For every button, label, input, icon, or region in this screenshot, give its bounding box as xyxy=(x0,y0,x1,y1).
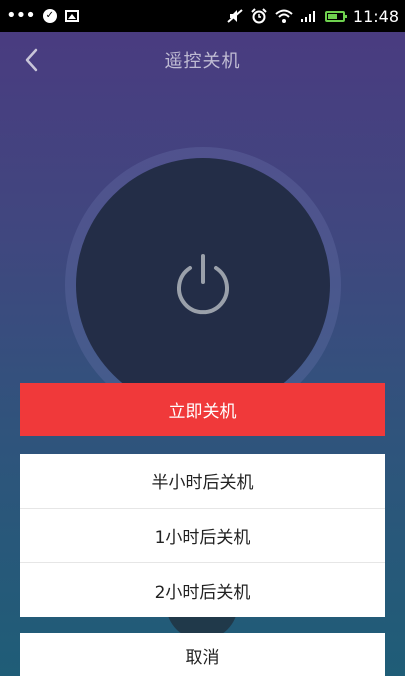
status-time: 11:48 xyxy=(352,6,399,26)
status-bar: ••• ✓ 11:48 xyxy=(0,0,405,32)
image-icon xyxy=(64,10,79,22)
power-icon xyxy=(177,254,229,315)
page-title: 遥控关机 xyxy=(164,51,241,72)
wifi-icon xyxy=(275,9,293,23)
option-two-hours[interactable]: 2小时后关机 xyxy=(20,563,385,617)
option-half-hour[interactable]: 半小时后关机 xyxy=(20,454,385,509)
battery-icon xyxy=(324,10,347,22)
header: 遥控关机 xyxy=(0,32,405,88)
mute-icon xyxy=(227,9,243,23)
status-right: 11:48 xyxy=(227,7,399,26)
option-one-hour[interactable]: 1小时后关机 xyxy=(20,509,385,564)
more-dots-icon: ••• xyxy=(6,5,36,26)
cancel-button[interactable]: 取消 xyxy=(20,633,385,676)
screen: ••• ✓ 11:48 遥控关机 立即关机 半小时后关机 1小时后关机 2小时后… xyxy=(0,0,405,676)
alarm-icon xyxy=(251,8,267,24)
check-circle-icon: ✓ xyxy=(42,9,57,23)
status-left: ••• ✓ xyxy=(6,7,79,25)
shutdown-now-button[interactable]: 立即关机 xyxy=(20,383,385,436)
chevron-left-icon[interactable] xyxy=(20,46,44,74)
timer-options: 半小时后关机 1小时后关机 2小时后关机 xyxy=(20,454,385,617)
signal-icon xyxy=(300,11,315,22)
